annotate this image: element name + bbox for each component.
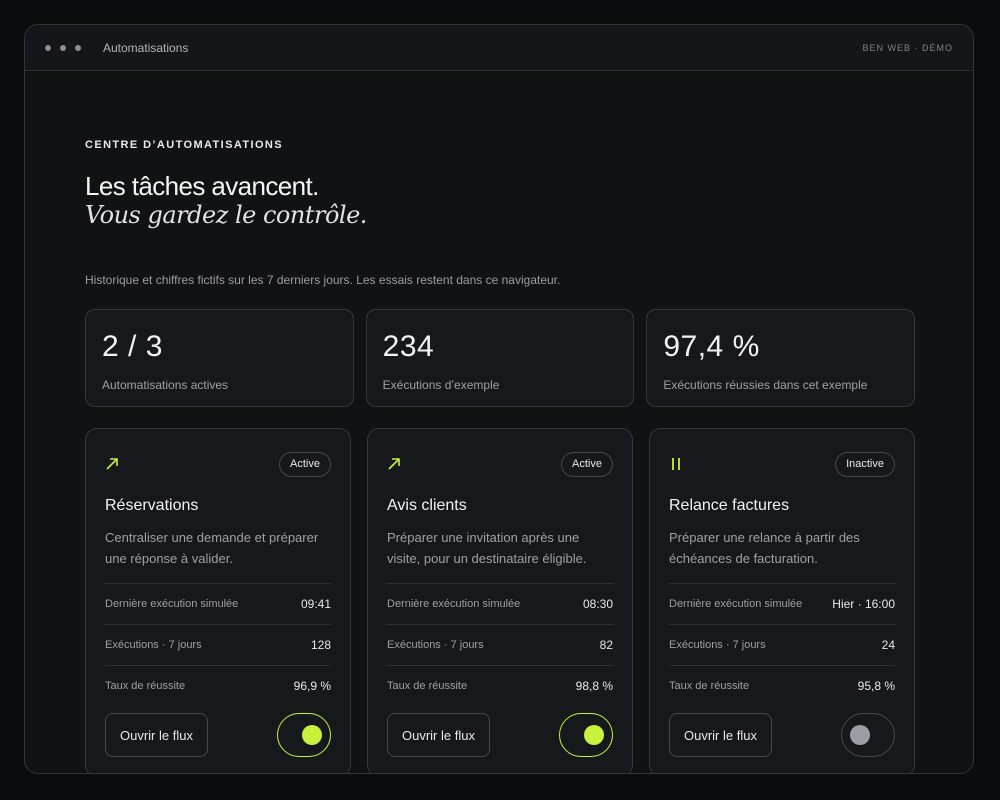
- stat-row: Exécutions · 7 jours 24: [669, 624, 895, 665]
- row-value: 82: [599, 638, 613, 652]
- window-dot[interactable]: [75, 44, 81, 51]
- row-value: 96,9 %: [293, 679, 331, 693]
- stat-label: Automatisations actives: [102, 378, 229, 392]
- row-label: Taux de réussite: [387, 680, 468, 692]
- open-flow-button[interactable]: Ouvrir le flux: [105, 713, 208, 757]
- automation-card-avis-clients: Active Avis clients Préparer une invitat…: [367, 428, 633, 773]
- card-title: Réservations: [105, 497, 199, 514]
- status-badge: Inactive: [835, 451, 895, 477]
- toggle-knob: [850, 725, 870, 745]
- stat-card: 234 Exécutions d’exemple: [365, 309, 635, 407]
- row-value: 09:41: [300, 597, 331, 611]
- stat-row: Exécutions · 7 jours 82: [387, 624, 613, 665]
- row-label: Taux de réussite: [669, 680, 750, 692]
- stat-value: 2 / 3: [102, 330, 163, 363]
- card-description: Centraliser une demande et préparer une …: [105, 530, 319, 566]
- title-bar: Automatisations BEN WEB · DÉMO: [25, 25, 973, 71]
- row-label: Exécutions · 7 jours: [105, 639, 202, 651]
- stat-label: Exécutions réussies dans cet exemple: [663, 378, 868, 392]
- row-label: Dernière exécution simulée: [669, 598, 803, 610]
- brand-label: BEN WEB · DÉMO: [862, 42, 953, 53]
- stat-value: 234: [382, 330, 435, 363]
- arrow-up-right-icon: [105, 455, 123, 473]
- row-value: 24: [881, 638, 895, 652]
- row-value: 08:30: [582, 597, 613, 611]
- open-flow-button[interactable]: Ouvrir le flux: [387, 713, 490, 757]
- main-content: CENTRE D’AUTOMATISATIONS Les tâches avan…: [85, 71, 916, 773]
- stat-row: Dernière exécution simulée 09:41: [105, 583, 331, 624]
- page-subtitle-italic: Vous gardez le contrôle.: [85, 201, 367, 229]
- row-value: 95,8 %: [857, 679, 895, 693]
- enable-toggle[interactable]: [841, 713, 895, 757]
- automation-card-reservations: Active Réservations Centraliser une dema…: [85, 428, 351, 773]
- row-label: Dernière exécution simulée: [387, 598, 521, 610]
- app-window: Automatisations BEN WEB · DÉMO CENTRE D’…: [24, 24, 974, 774]
- pause-icon: [669, 455, 687, 473]
- page-title: Les tâches avancent.: [85, 171, 319, 201]
- row-value: 98,8 %: [575, 679, 613, 693]
- stat-row: Taux de réussite 98,8 %: [387, 665, 613, 706]
- window-controls[interactable]: [45, 44, 81, 51]
- toggle-knob: [302, 725, 322, 745]
- stat-card: 97,4 % Exécutions réussies dans cet exem…: [646, 309, 916, 407]
- enable-toggle[interactable]: [559, 713, 613, 757]
- arrow-up-right-icon: [387, 455, 405, 473]
- open-flow-button[interactable]: Ouvrir le flux: [669, 713, 772, 757]
- card-title: Relance factures: [669, 497, 790, 514]
- stat-row: Taux de réussite 96,9 %: [105, 665, 331, 706]
- card-description: Préparer une relance à partir des échéan…: [669, 530, 860, 566]
- row-label: Exécutions · 7 jours: [387, 639, 484, 651]
- automation-cards: Active Réservations Centraliser une dema…: [85, 428, 915, 773]
- card-description: Préparer une invitation après une visite…: [387, 530, 587, 566]
- automation-card-relance-factures: Inactive Relance factures Préparer une r…: [649, 428, 915, 773]
- window-dot[interactable]: [60, 44, 66, 51]
- status-badge: Active: [561, 451, 613, 477]
- row-label: Taux de réussite: [105, 680, 186, 692]
- window-title: Automatisations: [103, 40, 189, 55]
- stats-row: 2 / 3 Automatisations actives 234 Exécut…: [85, 309, 916, 407]
- row-value: Hier · 16:00: [832, 597, 895, 611]
- row-label: Dernière exécution simulée: [105, 598, 239, 610]
- stat-label: Exécutions d’exemple: [382, 378, 500, 392]
- stat-card: 2 / 3 Automatisations actives: [85, 309, 354, 407]
- stat-row: Exécutions · 7 jours 128: [105, 624, 331, 665]
- window-dot[interactable]: [45, 44, 51, 51]
- enable-toggle[interactable]: [277, 713, 331, 757]
- stat-row: Taux de réussite 95,8 %: [669, 665, 895, 706]
- card-title: Avis clients: [387, 497, 467, 514]
- toggle-knob: [584, 725, 604, 745]
- page-description: Historique et chiffres fictifs sur les 7…: [85, 273, 561, 287]
- eyebrow: CENTRE D’AUTOMATISATIONS: [85, 139, 283, 151]
- stat-value: 97,4 %: [663, 330, 760, 363]
- row-value: 128: [310, 638, 331, 652]
- stat-row: Dernière exécution simulée Hier · 16:00: [669, 583, 895, 624]
- status-badge: Active: [279, 451, 331, 477]
- stat-row: Dernière exécution simulée 08:30: [387, 583, 613, 624]
- row-label: Exécutions · 7 jours: [669, 639, 766, 651]
